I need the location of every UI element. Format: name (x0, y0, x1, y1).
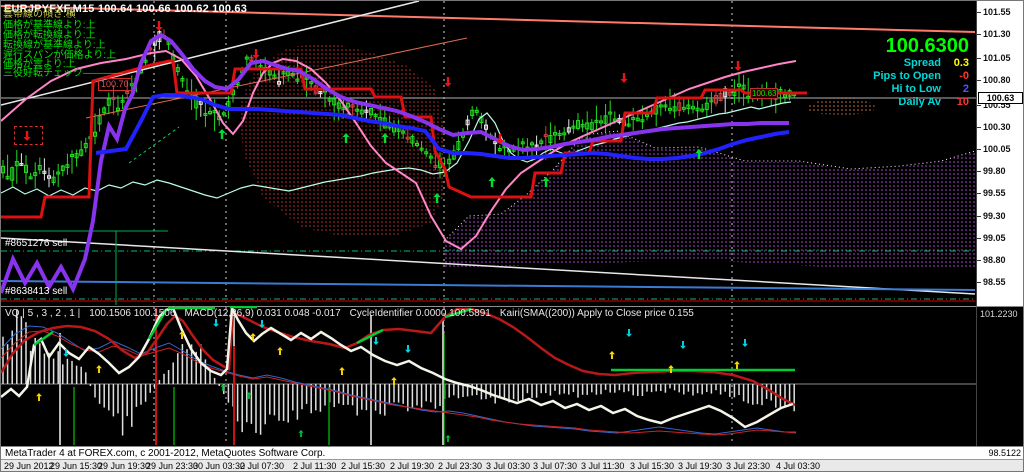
price-axis-label: 101.05 (983, 53, 1011, 63)
price-axis-label: 101.55 (983, 7, 1011, 17)
sell-arrow-icon (734, 61, 741, 71)
price-axis-sub[interactable]: 101.2230 (976, 306, 1024, 446)
time-axis-label: 4 Jul 03:30 (776, 461, 820, 471)
price-axis-label: 99.55 (983, 188, 1006, 198)
indicator-label-part: CycleIdentifier 0.0000 100.5891 (350, 308, 491, 319)
axis-tick (977, 260, 981, 261)
buy-arrow-icon (220, 384, 225, 391)
sub-axis-min-label: 98.5122 (988, 447, 1021, 459)
price-level-tag[interactable]: 100.70 (98, 78, 132, 91)
time-axis-label: 29 Jun 15:30 (50, 461, 102, 471)
time-axis-label: 29 Jun 2012 (4, 461, 54, 471)
vq-line-white (1, 308, 793, 427)
time-axis-label: 29 Jun 19:30 (98, 461, 150, 471)
axis-tick (977, 58, 981, 59)
time-axis-label: 3 Jul 23:30 (726, 461, 770, 471)
info-row-spread: Spread0.3 (873, 57, 969, 70)
sell-arrow-icon (252, 49, 259, 59)
indicator-label-part: MACD(12,26,9) 0.031 0.048 -0.017 (184, 308, 340, 319)
axis-tick (977, 171, 981, 172)
time-axis-label: 3 Jul 11:30 (581, 461, 624, 471)
axis-tick (977, 12, 981, 13)
time-axis-label: 29 Jun 23:30 (146, 461, 198, 471)
indicator-canvas[interactable] (1, 306, 976, 446)
price-axis-label: 99.80 (983, 166, 1006, 176)
price-axis-label: 99.30 (983, 211, 1006, 221)
time-axis-label: 3 Jul 07:30 (533, 461, 577, 471)
axis-tick (977, 193, 981, 194)
buy-arrow-icon (298, 430, 303, 437)
price-axis-label: 98.55 (983, 277, 1006, 287)
price-axis-main[interactable]: 101.55101.30101.05100.80100.55100.30100.… (976, 1, 1024, 306)
axis-tick (977, 149, 981, 150)
axis-tick (977, 105, 981, 106)
buy-arrow-icon (339, 367, 345, 375)
sell-arrow-icon (405, 345, 411, 353)
time-axis-label: 2 Jul 15:30 (341, 461, 385, 471)
sell-arrow-icon (680, 341, 686, 349)
info-row-pips-to-open: Pips to Open-0 (873, 70, 969, 83)
price-axis-label: 100.30 (983, 122, 1011, 132)
sell-arrow-icon (620, 73, 627, 83)
copyright-text: MetaTrader 4 at FOREX.com, c 2001-2012, … (5, 447, 325, 459)
main-chart-canvas[interactable] (1, 1, 976, 306)
last-price-tag[interactable]: 100.63 (750, 88, 778, 99)
info-row-daily-av: Daily Av10 (873, 96, 969, 109)
axis-tick (977, 282, 981, 283)
sell-signal-box (14, 126, 43, 145)
time-axis-label: 2 Jul 23:30 (438, 461, 482, 471)
time-axis-label: 3 Jul 03:30 (486, 461, 530, 471)
main-chart[interactable]: EURJPYFXF,M15 100.64 100.66 100.62 100.6… (1, 1, 976, 306)
indicator-subwindow[interactable]: VQ | 5 , 3 , 2 , 1 | 100.1506 100.1506 MAC… (1, 306, 976, 446)
axis-tick (977, 34, 981, 35)
price-info-panel: 100.6300 Spread0.3Pips to Open-0Hi to Lo… (873, 35, 969, 109)
price-axis-label: 99.05 (983, 233, 1006, 243)
buy-arrow-icon (218, 129, 225, 139)
current-price-box: 100.63 (978, 92, 1023, 104)
time-axis-label: 30 Jun 03:30 (193, 461, 245, 471)
big-price-readout: 100.6300 (873, 35, 969, 57)
price-axis-label: 101.30 (983, 29, 1011, 39)
buy-arrow-icon (277, 347, 283, 355)
order-label[interactable]: #8651276 sell (5, 238, 67, 249)
status-bar: MetaTrader 4 at FOREX.com, c 2001-2012, … (1, 446, 1024, 459)
axis-tick (977, 127, 981, 128)
time-axis-label: 2 Jul 11:30 (293, 461, 336, 471)
buy-arrow-icon (609, 351, 615, 359)
sell-arrow-icon (444, 77, 451, 87)
price-axis-label: 100.05 (983, 144, 1011, 154)
sub-axis-max-label: 101.2230 (980, 309, 1018, 319)
axis-tick (977, 80, 981, 81)
indicator-label-part: 100.1506 100.1506 (89, 308, 175, 319)
buy-arrow-icon (734, 361, 740, 369)
sell-arrow-icon (155, 21, 162, 31)
mt4-chart-window: EURJPYFXF,M15 100.64 100.66 100.62 100.6… (0, 0, 1024, 472)
buy-arrow-icon (445, 435, 450, 442)
buy-arrow-icon (96, 365, 102, 373)
order-label[interactable]: #8638413 sell (5, 286, 67, 297)
info-row-hi-to-low: Hi to Low2 (873, 83, 969, 96)
axis-tick (977, 238, 981, 239)
indicator-label-part: Kairi(SMA((200)) Apply to Close price 0.… (500, 308, 694, 319)
sell-arrow-icon (742, 339, 748, 347)
buy-arrow-icon (488, 177, 495, 187)
macd-line-red (1, 331, 796, 435)
price-axis-label: 98.80 (983, 255, 1006, 265)
sell-arrow-icon (373, 337, 379, 345)
sell-arrow-icon (626, 329, 632, 337)
ichimoku-cloud-orange (807, 97, 875, 115)
price-axis-label: 100.80 (983, 75, 1011, 85)
buy-arrow-icon (36, 393, 42, 401)
sell-arrow-icon (213, 319, 219, 327)
time-axis-label: 2 Jul 19:30 (390, 461, 434, 471)
indicator-label-part: VQ | 5 , 3 , 2 , 1 | (5, 308, 80, 319)
time-axis[interactable]: 29 Jun 201229 Jun 15:3029 Jun 19:3029 Ju… (1, 459, 1024, 472)
time-axis-label: 3 Jul 19:30 (678, 461, 722, 471)
time-axis-label: 2 Jul 07:30 (240, 461, 284, 471)
time-axis-label: 3 Jul 15:30 (630, 461, 674, 471)
indicator-labels-line: VQ | 5 , 3 , 2 , 1 | 100.1506 100.1506 MAC… (5, 308, 703, 319)
ichimoku-status-line: 雲帯線の傾き:横 (3, 10, 76, 20)
axis-tick (977, 216, 981, 217)
